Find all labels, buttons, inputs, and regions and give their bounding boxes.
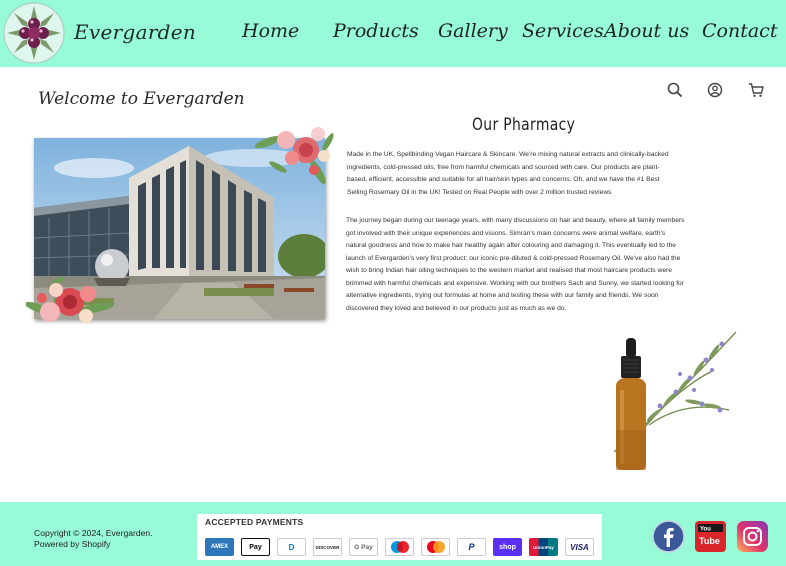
story-paragraph: The journey began during our teenage yea… [346,217,685,312]
maestro-icon [385,538,414,556]
copyright-text[interactable]: Copyright © 2024, Evergarden. [34,528,153,539]
paypal-icon: P [457,538,486,556]
facebook-icon[interactable] [652,520,685,553]
flower-decoration-icon [254,127,334,185]
unionpay-icon: UnionPay [529,538,558,556]
powered-by-link[interactable]: Powered by Shopify [34,539,153,550]
instagram-icon[interactable] [736,520,769,553]
svg-text:You: You [700,527,711,533]
rosemary-oil-bottle-image [613,331,737,470]
nav-gallery[interactable]: Gallery [438,20,508,42]
amex-icon: AMEX [205,538,234,556]
copyright-block: Copyright © 2024, Evergarden. Powered by… [34,528,153,549]
account-icon[interactable] [705,80,725,100]
search-icon[interactable] [665,80,685,100]
youtube-icon[interactable]: You Tube [694,520,727,553]
apple-pay-icon: Pay [241,538,270,556]
nav-products[interactable]: Products [333,20,419,42]
nav-home[interactable]: Home [242,20,299,42]
payments-panel: ACCEPTED PAYMENTS AMEX Pay D DISCOVER G … [197,514,602,560]
mastercard-icon [421,538,450,556]
flower-decoration-icon [26,276,114,323]
payments-title: ACCEPTED PAYMENTS [205,517,304,527]
logo-icon[interactable] [3,2,65,64]
welcome-heading: Welcome to Evergarden [38,89,245,109]
diners-club-icon: D [277,538,306,556]
page: Evergarden Home Products Gallery Service… [0,0,786,566]
header: Evergarden Home Products Gallery Service… [0,0,786,67]
visa-icon: VISA [565,538,594,556]
section-title: Our Pharmacy [472,115,576,135]
discover-icon: DISCOVER [313,538,342,556]
shop-pay-icon: shop [493,538,522,556]
nav-about-us[interactable]: About us [604,20,689,42]
google-pay-icon: G Pay [349,538,378,556]
brand-name[interactable]: Evergarden [74,20,196,44]
nav-services[interactable]: Services [522,20,604,42]
svg-text:Tube: Tube [699,536,720,546]
intro-paragraph: Made in the UK, Spellbinding Vegan Hairc… [347,151,669,196]
cart-icon[interactable] [746,80,766,100]
nav-contact[interactable]: Contact [702,20,777,42]
